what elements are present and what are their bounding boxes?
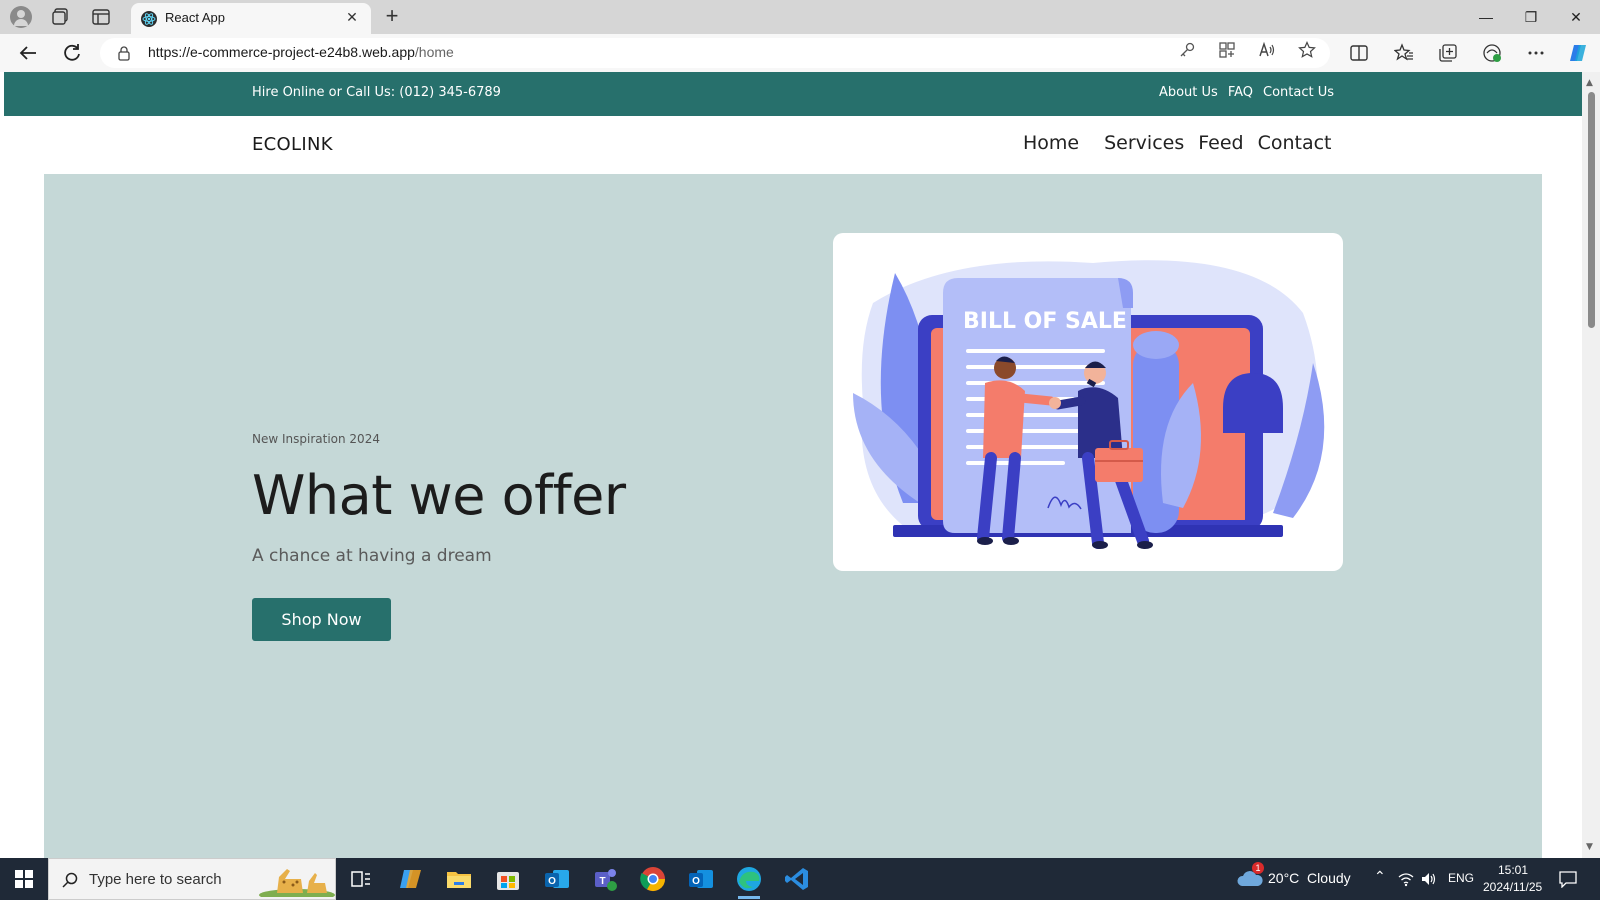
topbar-link-faq[interactable]: FAQ [1228, 85, 1253, 100]
giraffe-search-highlight-icon [259, 869, 335, 897]
notification-center-icon[interactable] [1558, 870, 1578, 888]
taskbar-search[interactable]: Type here to search [48, 858, 336, 900]
key-icon[interactable] [1178, 41, 1196, 59]
hero-illustration-card: BILL OF SALE [833, 233, 1343, 571]
copilot-app-icon[interactable] [396, 864, 426, 894]
site-topbar: Hire Online or Call Us: (012) 345-6789 A… [4, 72, 1582, 116]
split-screen-icon[interactable] [1349, 43, 1369, 63]
nav-contact[interactable]: Contact [1258, 132, 1332, 154]
lock-icon[interactable] [116, 45, 132, 61]
copilot-icon[interactable] [1568, 43, 1588, 63]
minimize-button[interactable]: — [1466, 4, 1506, 30]
edge-browser-icon[interactable] [734, 864, 764, 899]
search-icon [62, 872, 78, 888]
more-options-icon[interactable] [1526, 43, 1546, 63]
new-tab-button[interactable]: + [381, 5, 403, 28]
url-text[interactable]: https://e-commerce-project-e24b8.web.app… [148, 44, 454, 60]
network-icon[interactable] [1398, 871, 1414, 887]
read-aloud-icon[interactable] [1258, 41, 1276, 59]
scrollbar-thumb[interactable] [1588, 92, 1595, 328]
shop-now-button[interactable]: Shop Now [252, 598, 391, 641]
outlook-classic-icon[interactable]: O [686, 864, 716, 894]
nav-services[interactable]: Services [1104, 132, 1184, 154]
hero-kicker: New Inspiration 2024 [252, 432, 380, 446]
bill-of-sale-label: BILL OF SALE [963, 309, 1127, 334]
hero-section: New Inspiration 2024 What we offer A cha… [44, 174, 1542, 858]
topbar-link-contact-us[interactable]: Contact Us [1263, 85, 1334, 100]
search-placeholder: Type here to search [89, 871, 222, 888]
windows-taskbar: Type here to search O T O 1 20°C Cloudy … [0, 858, 1600, 900]
language-indicator[interactable]: ENG [1448, 871, 1474, 885]
browser-toolbar: https://e-commerce-project-e24b8.web.app… [0, 34, 1600, 72]
url-host: https://e-commerce-project-e24b8.web.app [148, 44, 415, 60]
refresh-icon[interactable] [60, 41, 84, 65]
brand-logo[interactable]: ECOLINK [252, 134, 333, 155]
hero-headline: What we offer [252, 464, 626, 527]
clock-date[interactable]: 2024/11/25 [1483, 880, 1542, 894]
page-scrollbar[interactable]: ▲ ▼ [1582, 72, 1600, 858]
show-hidden-icons-chevron-icon[interactable]: ⌃ [1374, 868, 1386, 885]
weather-text: 20°C Cloudy [1268, 870, 1351, 886]
close-tab-icon[interactable]: ✕ [343, 9, 361, 27]
weather-badge: 1 [1252, 862, 1264, 874]
browser-tab-strip: React App ✕ + — ❐ ✕ [0, 0, 1600, 34]
profile-icon[interactable] [10, 6, 32, 28]
favorite-star-icon[interactable] [1298, 41, 1316, 59]
address-bar[interactable]: https://e-commerce-project-e24b8.web.app… [100, 38, 1330, 68]
favorites-icon[interactable] [1393, 43, 1414, 63]
url-path: /home [414, 44, 454, 60]
app-available-icon[interactable] [1218, 41, 1236, 59]
site-header: ECOLINK Home Services Feed Contact [4, 116, 1582, 174]
main-nav: Home Services Feed Contact [1023, 132, 1346, 154]
restore-button[interactable]: ❐ [1511, 4, 1551, 30]
windows-start-icon[interactable] [0, 858, 48, 900]
scroll-up-arrow-icon[interactable]: ▲ [1586, 78, 1593, 88]
vertical-tabs-icon[interactable] [90, 6, 112, 28]
svg-text:O: O [692, 876, 700, 887]
task-view-icon[interactable] [346, 864, 376, 894]
file-explorer-icon[interactable] [444, 864, 474, 894]
teams-icon[interactable]: T [590, 864, 620, 894]
page-viewport: Hire Online or Call Us: (012) 345-6789 A… [4, 72, 1582, 858]
nav-home[interactable]: Home [1023, 132, 1079, 154]
tab-react-app[interactable]: React App ✕ [131, 3, 371, 34]
workspaces-icon[interactable] [50, 6, 72, 28]
volume-icon[interactable] [1420, 871, 1436, 887]
svg-text:T: T [599, 876, 605, 887]
hero-subheading: A chance at having a dream [252, 546, 492, 566]
chrome-icon[interactable] [638, 864, 668, 894]
topbar-links: About Us FAQ Contact Us [1159, 85, 1334, 100]
close-window-button[interactable]: ✕ [1556, 4, 1596, 30]
weather-widget[interactable]: 1 20°C Cloudy [1236, 858, 1356, 900]
hire-contact-text: Hire Online or Call Us: (012) 345-6789 [252, 85, 501, 100]
react-logo-icon [141, 11, 157, 27]
clock-time[interactable]: 15:01 [1498, 863, 1528, 877]
topbar-link-about-us[interactable]: About Us [1159, 85, 1218, 100]
outlook-icon[interactable]: O [542, 864, 572, 894]
svg-text:O: O [548, 876, 556, 887]
bill-of-sale-illustration: BILL OF SALE [853, 260, 1325, 549]
microsoft-store-icon[interactable] [493, 864, 523, 894]
vscode-icon[interactable] [782, 864, 812, 894]
nav-feed[interactable]: Feed [1198, 132, 1243, 154]
browser-essentials-icon[interactable] [1482, 43, 1502, 63]
scroll-down-arrow-icon[interactable]: ▼ [1586, 842, 1593, 852]
tab-title: React App [165, 10, 225, 25]
back-arrow-icon[interactable] [16, 41, 40, 65]
collections-icon[interactable] [1438, 43, 1458, 63]
